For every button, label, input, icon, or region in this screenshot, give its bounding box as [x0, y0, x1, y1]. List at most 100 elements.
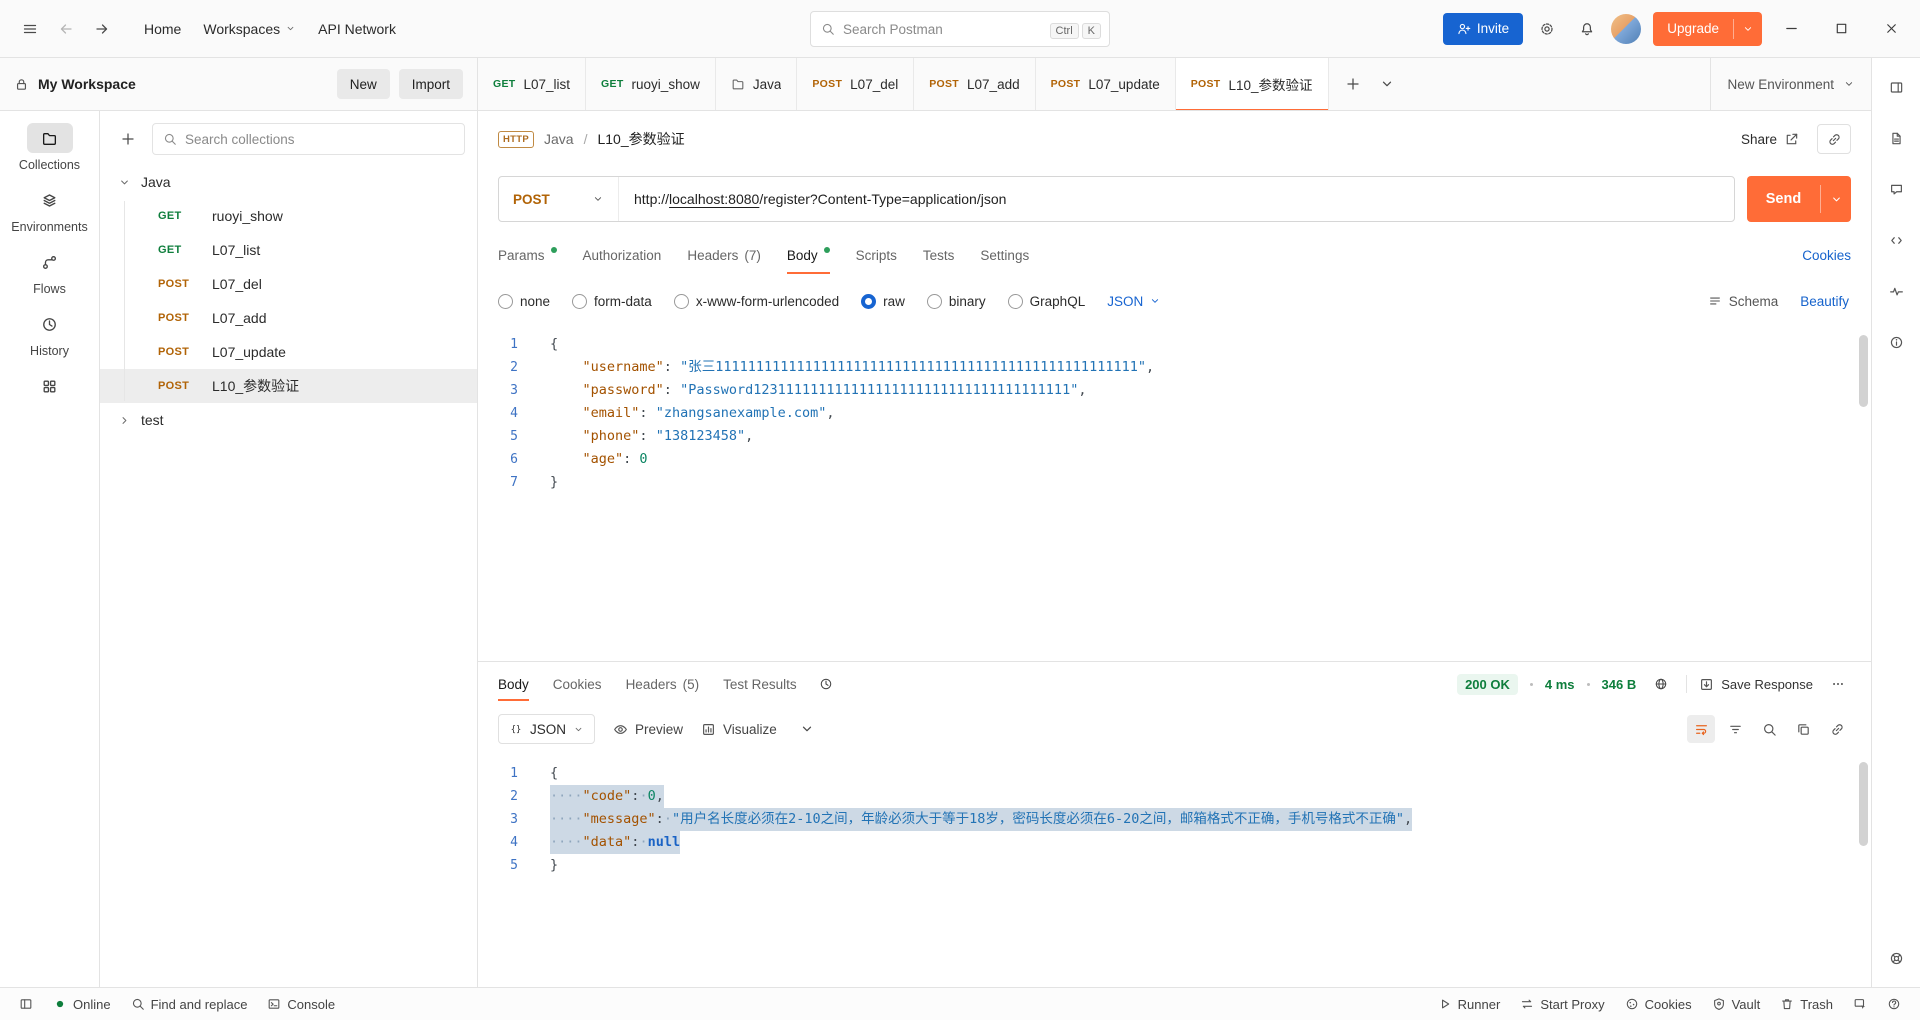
tabs-overflow-button[interactable] [1371, 68, 1403, 100]
request-title[interactable]: L10_参数验证 [597, 129, 684, 149]
nav-api-network[interactable]: API Network [308, 14, 406, 44]
forward-button[interactable] [86, 13, 118, 45]
new-button[interactable]: New [336, 69, 390, 99]
schema-button[interactable]: Schema [1708, 294, 1778, 309]
sidebar-nav-history[interactable]: History [0, 309, 99, 358]
notifications-button[interactable] [1571, 13, 1603, 45]
statusbar-runner[interactable]: Runner [1429, 994, 1510, 1015]
pulse-icon[interactable] [1881, 276, 1911, 306]
request-l07-list[interactable]: GET L07_list [100, 233, 477, 267]
body-type-form-data[interactable]: form-data [572, 293, 652, 309]
body-type-x-www-form-urlencoded[interactable]: x-www-form-urlencoded [673, 293, 839, 309]
response-more-button[interactable] [1825, 671, 1851, 697]
breadcrumb-collection[interactable]: Java [544, 131, 574, 147]
copy-icon[interactable] [1789, 715, 1817, 743]
settings-button[interactable] [1531, 13, 1563, 45]
body-type-raw[interactable]: raw [861, 293, 905, 309]
response-view-overflow[interactable] [795, 717, 819, 741]
body-type-none[interactable]: none [498, 293, 550, 309]
cookies-link[interactable]: Cookies [1802, 248, 1851, 263]
comment-icon[interactable] [1881, 174, 1911, 204]
collection-test[interactable]: test [100, 403, 477, 437]
nav-workspaces[interactable]: Workspaces [193, 14, 306, 44]
file-text-icon[interactable] [1881, 123, 1911, 153]
collections-search[interactable] [152, 123, 465, 155]
body-type-binary[interactable]: binary [926, 293, 986, 309]
layout-icon[interactable] [1881, 72, 1911, 102]
response-scrollbar[interactable] [1859, 762, 1868, 846]
request-tab-l07-del[interactable]: POST L07_del [797, 58, 915, 110]
response-tab-headers[interactable]: Headers (5) [626, 662, 700, 706]
import-button[interactable]: Import [398, 69, 463, 99]
response-tab-body[interactable]: Body [498, 662, 529, 706]
visualize-button[interactable]: Visualize [701, 722, 777, 737]
main-menu-button[interactable] [14, 13, 46, 45]
response-size[interactable]: 346 B [1602, 677, 1637, 692]
request-tab-l07-add[interactable]: POST L07_add [914, 58, 1036, 110]
invite-button[interactable]: Invite [1442, 12, 1524, 45]
lifebuoy-icon[interactable] [1881, 943, 1911, 973]
add-collection-button[interactable] [112, 123, 144, 155]
statusbar-trash[interactable]: Trash [1771, 994, 1842, 1015]
url-host[interactable]: localhost:8080 [669, 191, 759, 207]
statusbar-help[interactable] [1878, 994, 1910, 1014]
raw-language-selector[interactable]: JSON [1107, 294, 1161, 309]
minimize-button[interactable] [1770, 8, 1812, 50]
preview-button[interactable]: Preview [613, 722, 683, 737]
request-tab-body[interactable]: Body [786, 231, 830, 279]
nav-home[interactable]: Home [134, 14, 191, 44]
request-tab-params[interactable]: Params [498, 231, 557, 279]
request-l07-update[interactable]: POST L07_update [100, 335, 477, 369]
maximize-button[interactable] [1820, 8, 1862, 50]
statusbar-vault[interactable]: Vault [1703, 994, 1770, 1015]
statusbar-online[interactable]: Online [44, 994, 120, 1015]
back-button[interactable] [50, 13, 82, 45]
avatar[interactable] [1611, 13, 1642, 44]
send-button[interactable]: Send [1747, 176, 1851, 222]
url-input[interactable]: http://localhost:8080/register?Content-T… [619, 177, 1021, 221]
collections-search-input[interactable] [185, 131, 454, 147]
request-body-editor[interactable]: 1{2 "username": "张三111111111111111111111… [478, 323, 1871, 661]
workspace-title[interactable]: My Workspace [38, 76, 136, 92]
request-tab-headers[interactable]: Headers (7) [687, 231, 761, 279]
statusbar-panel[interactable] [10, 994, 42, 1014]
response-format-selector[interactable]: {} JSON [498, 714, 596, 744]
statusbar-start-proxy[interactable]: Start Proxy [1511, 994, 1613, 1015]
sidebar-nav-environments[interactable]: Environments [0, 185, 99, 234]
request-tab-scripts[interactable]: Scripts [856, 231, 897, 279]
request-tab-l10-参数验证[interactable]: POST L10_参数验证 [1175, 58, 1329, 110]
request-l07-add[interactable]: POST L07_add [100, 301, 477, 335]
response-tab-test-results[interactable]: Test Results [723, 662, 797, 706]
request-tab-java[interactable]: Java [716, 58, 798, 110]
statusbar-cookies[interactable]: Cookies [1616, 994, 1701, 1015]
upgrade-chevron-icon[interactable] [1734, 12, 1762, 46]
global-search[interactable]: Search Postman Ctrl K [810, 11, 1110, 47]
close-button[interactable] [1870, 8, 1912, 50]
request-tab-l07-list[interactable]: GET L07_list [478, 58, 587, 110]
response-body-viewer[interactable]: 1{2 ····"code":·0, 3 ····"message":·"用户名长度必… [478, 752, 1871, 987]
request-l07-del[interactable]: POST L07_del [100, 267, 477, 301]
link-icon[interactable] [1823, 715, 1851, 743]
response-time[interactable]: 4 ms [1545, 677, 1575, 692]
response-tab-cookies[interactable]: Cookies [553, 662, 602, 706]
method-selector[interactable]: POST [499, 177, 619, 221]
sidebar-nav-collections[interactable]: Collections [0, 123, 99, 172]
statusbar-find-and-replace[interactable]: Find and replace [122, 994, 257, 1015]
response-history-icon[interactable] [813, 671, 839, 697]
request-tab-settings[interactable]: Settings [980, 231, 1029, 279]
save-response-button[interactable]: Save Response [1699, 677, 1813, 692]
request-tab-authorization[interactable]: Authorization [583, 231, 662, 279]
info-icon[interactable] [1881, 327, 1911, 357]
copy-link-button[interactable] [1817, 124, 1851, 154]
body-type-graphql[interactable]: GraphQL [1007, 293, 1085, 309]
request-tab-tests[interactable]: Tests [923, 231, 955, 279]
network-info-icon[interactable] [1648, 671, 1674, 697]
code-icon[interactable] [1881, 225, 1911, 255]
request-ruoyi-show[interactable]: GET ruoyi_show [100, 199, 477, 233]
send-options-chevron[interactable] [1821, 176, 1851, 222]
request-l10-参数验证[interactable]: POST L10_参数验证 [100, 369, 477, 403]
sidebar-nav-flows[interactable]: Flows [0, 247, 99, 296]
request-tab-l07-update[interactable]: POST L07_update [1036, 58, 1176, 110]
statusbar-console[interactable]: Console [258, 994, 344, 1015]
request-tab-ruoyi-show[interactable]: GET ruoyi_show [586, 58, 716, 110]
